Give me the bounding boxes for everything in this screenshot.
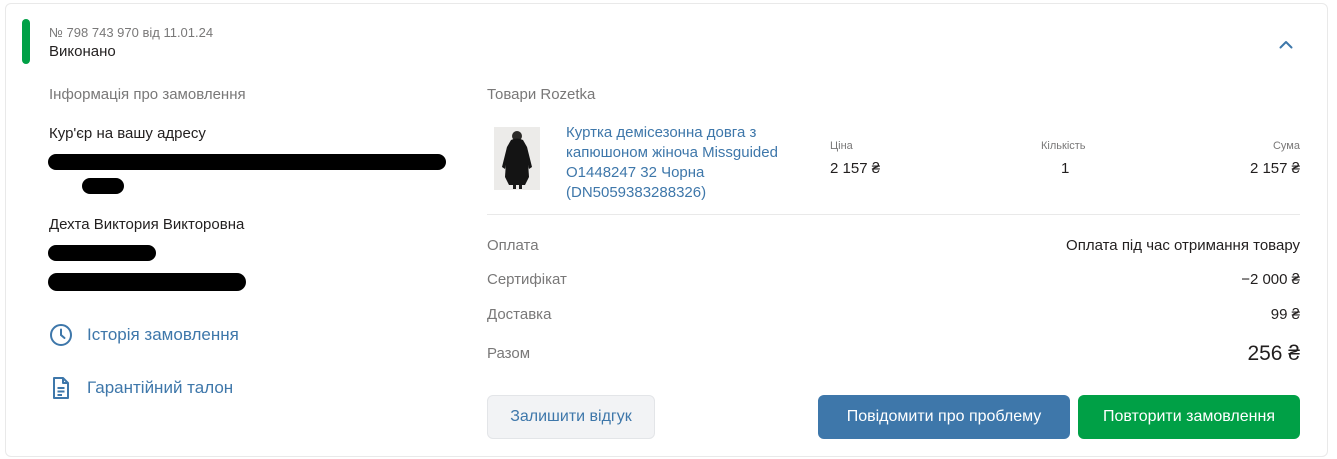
redacted-phone <box>48 245 156 261</box>
certificate-label: Сертифікат <box>487 271 567 288</box>
delivery-value: 99 ₴ <box>1270 306 1300 323</box>
redacted-email <box>48 273 246 291</box>
certificate-value: −2 000 ₴ <box>1241 271 1300 288</box>
warranty-link[interactable]: Гарантійний талон <box>49 376 233 400</box>
payment-label: Оплата <box>487 237 539 254</box>
product-name-link[interactable]: Куртка демісезонна довга з капюшоном жін… <box>566 123 806 203</box>
redacted-address <box>48 154 446 170</box>
product-image[interactable] <box>494 127 540 190</box>
goods-title: Товари Rozetka <box>487 86 596 103</box>
collapse-button[interactable] <box>1274 32 1298 56</box>
total-value: 256 ₴ <box>1247 342 1300 365</box>
clock-icon <box>50 324 72 346</box>
document-icon <box>53 377 69 399</box>
leave-review-button[interactable]: Залишити відгук <box>487 395 655 439</box>
recipient-name: Дехта Виктория Викторовна <box>49 216 245 233</box>
quantity-column-label: Кількість <box>1041 140 1086 152</box>
report-problem-button[interactable]: Повідомити про проблему <box>818 395 1070 439</box>
redacted-address <box>82 178 124 194</box>
order-status: Виконано <box>49 43 116 60</box>
order-history-link[interactable]: Історія замовлення <box>49 323 239 347</box>
product-sum: 2 157 ₴ <box>1249 160 1300 177</box>
status-indicator <box>22 19 30 64</box>
order-info-title: Інформація про замовлення <box>49 86 246 103</box>
divider <box>487 214 1300 215</box>
payment-value: Оплата під час отримання товару <box>1066 237 1300 254</box>
repeat-order-button[interactable]: Повторити замовлення <box>1078 395 1300 439</box>
price-column-label: Ціна <box>830 140 853 152</box>
order-number: № 798 743 970 від 11.01.24 <box>49 25 214 40</box>
product-quantity: 1 <box>1061 160 1070 177</box>
chevron-up-icon <box>1279 40 1293 48</box>
order-history-label: Історія замовлення <box>87 325 239 344</box>
product-price: 2 157 ₴ <box>830 160 881 177</box>
sum-column-label: Сума <box>1272 140 1300 152</box>
total-label: Разом <box>487 345 531 362</box>
delivery-method: Кур'єр на вашу адресу <box>49 125 206 142</box>
delivery-label: Доставка <box>487 306 552 323</box>
warranty-label: Гарантійний талон <box>87 378 234 397</box>
